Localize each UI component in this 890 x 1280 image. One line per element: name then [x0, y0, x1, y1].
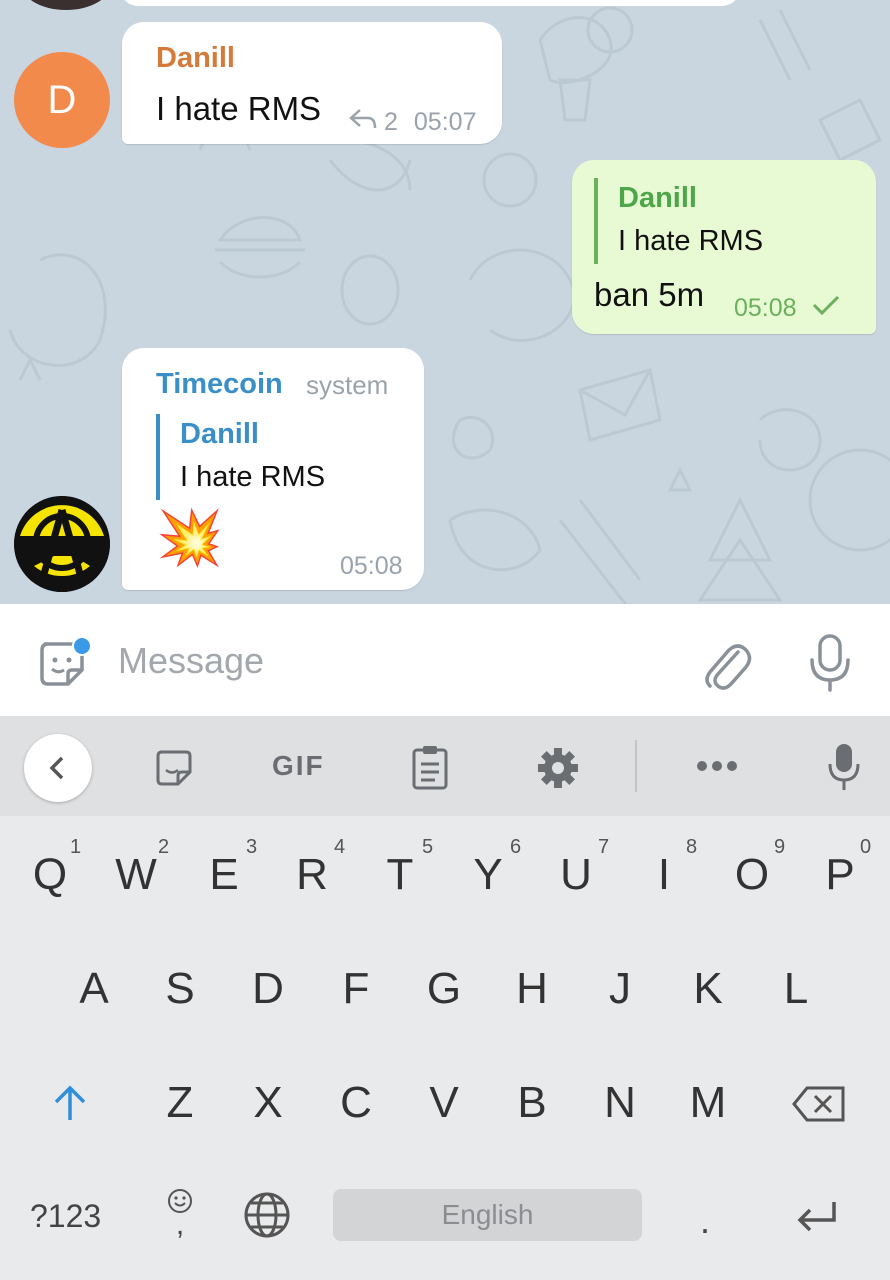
key-v[interactable]: V	[414, 1078, 474, 1128]
reply-arrow-icon[interactable]	[348, 108, 378, 137]
key-o-num: 9	[774, 836, 786, 858]
avatar[interactable]: D	[14, 52, 110, 148]
key-r-num: 4	[334, 836, 346, 858]
sender-name[interactable]: Danill	[156, 42, 235, 75]
comma-key: ,	[175, 1208, 185, 1241]
microphone-icon[interactable]	[802, 630, 858, 696]
sender-badge: system	[306, 370, 389, 400]
key-l[interactable]: L	[766, 964, 826, 1014]
space-bar[interactable]: English	[333, 1189, 642, 1241]
message-meta: 05:08	[734, 294, 841, 323]
quote-sender: Danill	[180, 418, 259, 450]
message-bubble-outgoing[interactable]: Danill I hate RMS ban 5m 05:08	[572, 160, 876, 334]
key-y-num: 6	[510, 836, 522, 858]
more-dots-icon[interactable]	[692, 752, 742, 780]
message-time: 05:07	[413, 108, 477, 136]
reply-count[interactable]: 2	[384, 108, 398, 137]
key-j[interactable]: J	[590, 964, 650, 1014]
chat-area: D Danill I hate RMS 2 05:07 Danill I hat…	[0, 0, 890, 604]
key-e[interactable]: E	[194, 850, 254, 900]
message-input-bar: Message	[0, 604, 890, 716]
shift-arrow-icon[interactable]	[48, 1080, 92, 1128]
key-u-num: 7	[598, 836, 610, 858]
key-z[interactable]: Z	[150, 1078, 210, 1128]
keyboard-toolbar: GIF	[0, 716, 890, 816]
emoji: 💥	[156, 508, 224, 568]
key-t[interactable]: T	[370, 850, 430, 900]
sticker-icon[interactable]	[32, 634, 92, 694]
enter-icon[interactable]	[792, 1194, 842, 1238]
key-x[interactable]: X	[238, 1078, 298, 1128]
key-c[interactable]: C	[326, 1078, 386, 1128]
chevron-left-icon[interactable]	[24, 734, 92, 802]
key-i[interactable]: I	[634, 850, 694, 900]
key-y[interactable]: Y	[458, 850, 518, 900]
sender-name[interactable]: Timecoin	[156, 368, 283, 401]
key-m[interactable]: M	[678, 1078, 738, 1128]
toolbar-divider	[635, 740, 637, 792]
message-text: I hate RMS	[156, 90, 322, 127]
message-text: ban 5m	[594, 276, 705, 313]
key-i-num: 8	[686, 836, 698, 858]
anarchy-logo-icon	[14, 496, 110, 592]
key-p-num: 0	[860, 836, 872, 858]
key-n[interactable]: N	[590, 1078, 650, 1128]
keyboard: G I F Q 1 W 2 E 3 R 4 T 5 Y 6 U 7 I 8 O 9 …	[0, 716, 890, 1280]
key-w-num: 2	[158, 836, 170, 858]
key-k[interactable]: K	[678, 964, 738, 1014]
gear-icon[interactable]	[534, 744, 582, 792]
key-t-num: 5	[422, 836, 434, 858]
quote-sender: Danill	[618, 182, 697, 214]
key-s[interactable]: S	[150, 964, 210, 1014]
paperclip-icon[interactable]	[698, 632, 754, 696]
globe-icon[interactable]	[242, 1190, 292, 1240]
message-meta: 2 05:07	[348, 108, 476, 137]
smiley-icon[interactable]: ,	[160, 1182, 200, 1242]
gif-button[interactable]: GIF	[272, 750, 325, 782]
clipboard-icon[interactable]	[408, 742, 452, 792]
key-f[interactable]: F	[326, 964, 386, 1014]
space-label: English	[441, 1199, 534, 1230]
partial-message-bubble[interactable]	[120, 0, 740, 6]
check-icon	[811, 294, 841, 323]
avatar-letter: D	[47, 77, 77, 122]
quote-text: I hate RMS	[618, 225, 764, 257]
period-key[interactable]: .	[700, 1200, 710, 1242]
key-q-num: 1	[70, 836, 82, 858]
message-time: 05:08	[734, 294, 797, 322]
message-bubble-incoming[interactable]: Timecoin system Danill I hate RMS 💥 05:0…	[122, 348, 424, 590]
message-bubble-incoming[interactable]: Danill I hate RMS 2 05:07	[122, 22, 502, 144]
sticker-icon[interactable]	[152, 746, 196, 790]
backspace-icon[interactable]	[790, 1084, 848, 1124]
quote-text: I hate RMS	[180, 461, 326, 493]
microphone-icon[interactable]	[822, 740, 866, 794]
key-d[interactable]: D	[238, 964, 298, 1014]
key-w[interactable]: W	[106, 850, 166, 900]
reply-quote[interactable]: Danill I hate RMS	[594, 178, 763, 264]
avatar[interactable]	[14, 496, 110, 592]
message-time: 05:08	[340, 552, 403, 580]
key-e-num: 3	[246, 836, 258, 858]
key-o[interactable]: O	[722, 850, 782, 900]
message-input[interactable]: Message	[118, 640, 264, 682]
key-a[interactable]: A	[64, 964, 124, 1014]
key-r[interactable]: R	[282, 850, 342, 900]
key-g[interactable]: G	[414, 964, 474, 1014]
key-h[interactable]: H	[502, 964, 562, 1014]
key-u[interactable]: U	[546, 850, 606, 900]
symbols-key[interactable]: ?123	[30, 1198, 101, 1235]
reply-quote[interactable]: Danill I hate RMS	[156, 414, 325, 500]
key-b[interactable]: B	[502, 1078, 562, 1128]
